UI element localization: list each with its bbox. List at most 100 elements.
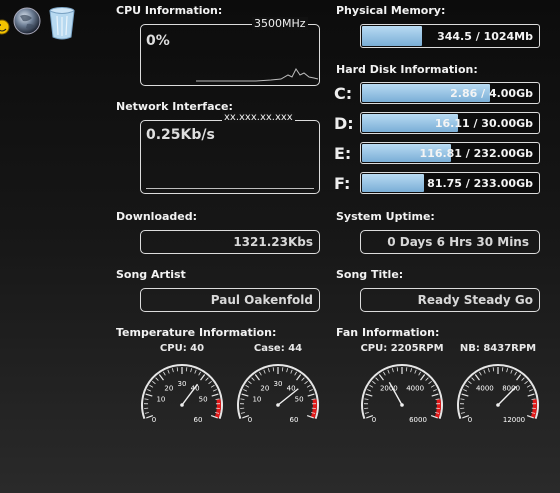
- gauge-tick: [240, 398, 245, 400]
- cpu-info-title: CPU Information:: [116, 4, 223, 17]
- memory-title: Physical Memory:: [336, 4, 446, 17]
- gauge-tick: [208, 380, 212, 385]
- gauge-tick: [149, 384, 154, 388]
- gauge-tick: [296, 374, 302, 381]
- fan-gauges: CPU: 2205RPM 0 2000 4000 6000 NB: 8437RPM 0 400…: [354, 343, 554, 423]
- smiley-icon[interactable]: [0, 16, 10, 38]
- gauge-tick: [492, 367, 495, 372]
- gauge-tick: [267, 368, 270, 373]
- disk-drive-letter: C:: [334, 84, 353, 103]
- gauge-tick: [516, 374, 522, 381]
- gauge-tick: [378, 374, 384, 381]
- gauge-tick: [431, 393, 439, 397]
- gauge-tick-label: 2000: [380, 384, 398, 392]
- gauge-tick: [521, 377, 525, 381]
- gauge-tick: [176, 367, 179, 372]
- network-graph-panel: 0.25Kb/s: [140, 120, 320, 194]
- desktop-icons: [0, 4, 80, 40]
- cpu-history-graph: [196, 68, 318, 82]
- gauge-hub: [180, 403, 184, 407]
- gauge-tick: [171, 368, 174, 373]
- gauge-tick: [510, 369, 513, 374]
- gauge-tick: [514, 371, 517, 376]
- gauge-dial: 04000 800012000: [457, 364, 539, 423]
- disk-usage-text: 2.86 / 4.00Gb: [450, 86, 533, 100]
- gauge-tick-label: 50: [295, 396, 304, 404]
- gauge-tick: [410, 368, 413, 373]
- song-title-title: Song Title:: [336, 268, 404, 281]
- gauge-tick: [524, 380, 528, 385]
- fan-title: Fan Information:: [336, 326, 440, 339]
- disk-row: F: 81.75 / 233.00Gb: [334, 172, 544, 196]
- downloaded-value: 1321.23Kbs: [233, 235, 313, 249]
- gauge-tick: [158, 374, 164, 381]
- gauge-tick: [487, 368, 490, 373]
- disk-row: E: 116.81 / 232.00Gb: [334, 142, 544, 166]
- gauge-tick: [259, 371, 262, 376]
- gauge-tick-label: 10: [252, 396, 261, 404]
- gauge-tick: [163, 371, 166, 376]
- gauge-hub: [276, 403, 280, 407]
- gauge-tick: [194, 369, 197, 374]
- gauge-tick: [391, 368, 394, 373]
- gauge-tick: [200, 374, 206, 381]
- gauge-tick: [167, 369, 170, 374]
- disk-drive-letter: F:: [334, 174, 351, 193]
- gauge-tick: [211, 393, 219, 397]
- gauge-tick: [367, 389, 372, 392]
- network-ip: xx.xxx.xx.xxx: [222, 112, 295, 123]
- gauge-tick: [365, 393, 373, 397]
- gauge-tick: [240, 412, 245, 414]
- gauge-tick: [460, 412, 465, 414]
- memory-bar: 344.5 / 1024Mb: [360, 24, 540, 48]
- disk-drive-letter: E:: [334, 144, 352, 163]
- song-artist-title: Song Artist: [116, 268, 186, 281]
- gauge-dial: 0102030405060: [141, 364, 223, 423]
- disk-list: C: 2.86 / 4.00Gb D: 16.11 / 30.00Gb E: 116.81…: [334, 82, 544, 198]
- gauge-tick-label: 20: [260, 384, 269, 392]
- temperature-gauges: CPU: 400102030405060Case: 44010203040506…: [134, 343, 334, 423]
- song-artist-box: Paul Oakenfold: [140, 288, 320, 312]
- gauge-dial: 0 2000 4000 6000: [361, 364, 443, 423]
- gauge-tick-label: 0: [372, 416, 376, 423]
- gauge-tick-label: 0: [468, 416, 472, 423]
- gauge-tick: [375, 377, 379, 381]
- gauge-tick: [471, 377, 475, 381]
- gauge-tick: [420, 374, 426, 381]
- disk-usage-bar: 16.11 / 30.00Gb: [360, 112, 540, 134]
- disk-usage-fill: [362, 174, 425, 192]
- gauge-tick: [428, 380, 432, 385]
- cpu-percent: 0%: [146, 33, 170, 49]
- gauge-tick-label: 30: [274, 380, 283, 388]
- gauge-tick-label: 60: [194, 416, 203, 423]
- gauge-tick-label: 4000: [406, 384, 424, 392]
- gauge-tick: [414, 369, 417, 374]
- gauge-tick: [144, 412, 149, 414]
- disk-row: C: 2.86 / 4.00Gb: [334, 82, 544, 106]
- disk-title: Hard Disk Information:: [336, 63, 478, 76]
- gauge-tick-label: 60: [290, 416, 299, 423]
- gauge-dial: 0102030405060: [237, 364, 319, 423]
- gauge-tick: [294, 371, 297, 376]
- disk-usage-bar: 2.86 / 4.00Gb: [360, 82, 540, 104]
- gauge-tick: [205, 377, 209, 381]
- gauge-tick: [281, 367, 284, 372]
- gauge-tick-label: 50: [199, 396, 208, 404]
- gauge-tick: [372, 380, 376, 385]
- gauge-tick: [301, 377, 305, 381]
- gauge-tick-label: 6000: [409, 416, 427, 423]
- cpu-graph-panel: 0%: [140, 24, 320, 86]
- disk-drive-letter: D:: [334, 114, 354, 133]
- gauge-tick: [263, 369, 266, 374]
- gauge-tick: [185, 367, 188, 372]
- gauge-tick-label: 30: [178, 380, 187, 388]
- downloaded-title: Downloaded:: [116, 210, 198, 223]
- disk-usage-bar: 81.75 / 233.00Gb: [360, 172, 540, 194]
- song-artist-value: Paul Oakenfold: [210, 293, 313, 307]
- gauge-tick: [241, 393, 249, 397]
- gauge-tick: [506, 368, 509, 373]
- globe-icon[interactable]: [12, 6, 42, 36]
- gauge-tick: [145, 393, 153, 397]
- gauge-tick: [461, 393, 469, 397]
- recycle-bin-icon[interactable]: [48, 6, 76, 40]
